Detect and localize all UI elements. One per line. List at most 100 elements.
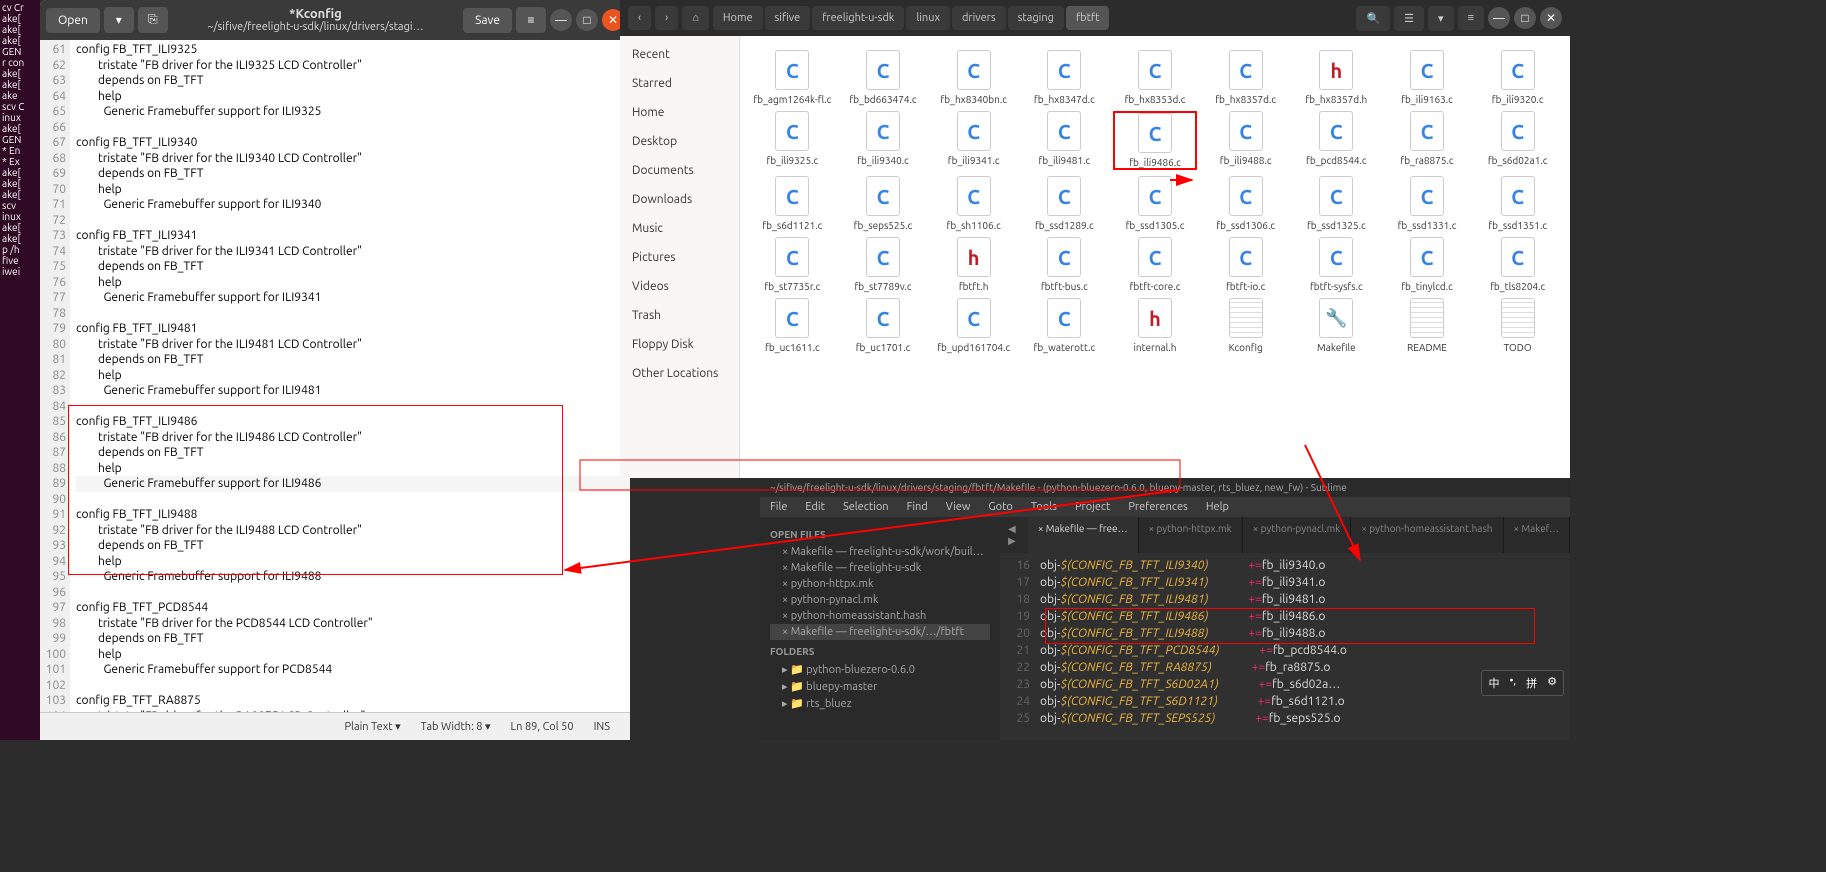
file-item[interactable]: Cfb_seps525.c bbox=[841, 176, 926, 231]
editor-tab[interactable]: × Makefile — free… bbox=[1028, 517, 1139, 553]
file-item[interactable]: Cfb_ili9481.c bbox=[1022, 111, 1107, 170]
file-item[interactable]: Cfb_ili9340.c bbox=[841, 111, 926, 170]
editor-tab[interactable]: × python-httpx.mk bbox=[1139, 517, 1243, 553]
files-maximize[interactable]: □ bbox=[1514, 7, 1536, 29]
open-file-item[interactable]: × Makefile — freelight-u-sdk bbox=[770, 560, 990, 576]
menu-item[interactable]: Find bbox=[907, 501, 928, 513]
menu-item[interactable]: File bbox=[770, 501, 787, 513]
menu-item[interactable]: Goto bbox=[988, 501, 1012, 513]
file-item[interactable]: Cfb_ili9320.c bbox=[1475, 50, 1560, 105]
breadcrumb-item[interactable]: staging bbox=[1008, 6, 1064, 30]
search-icon[interactable]: 🔍 bbox=[1356, 6, 1390, 31]
file-item[interactable]: Cfbtft-core.c bbox=[1113, 237, 1198, 292]
file-item[interactable]: Cfb_uc1701.c bbox=[841, 298, 926, 353]
open-dropdown[interactable]: ▾ bbox=[104, 7, 134, 33]
file-item[interactable]: Cfb_s6d1121.c bbox=[750, 176, 835, 231]
sidebar-item[interactable]: Music bbox=[620, 214, 739, 243]
sidebar-item[interactable]: Home bbox=[620, 98, 739, 127]
tab-width-selector[interactable]: Tab Width: 8 ▾ bbox=[421, 720, 491, 733]
back-button[interactable]: ‹ bbox=[628, 6, 651, 30]
file-item[interactable]: README bbox=[1385, 298, 1470, 353]
breadcrumb-item[interactable]: drivers bbox=[952, 6, 1006, 30]
file-item[interactable]: Cfb_pcd8544.c bbox=[1294, 111, 1379, 170]
menu-item[interactable]: Project bbox=[1075, 501, 1110, 513]
hamburger-icon[interactable]: ≡ bbox=[1458, 6, 1484, 30]
view-list-icon[interactable]: ☰ bbox=[1394, 6, 1424, 31]
ime-kbd[interactable]: 拼 bbox=[1522, 673, 1541, 693]
file-item[interactable]: Cfb_upd161704.c bbox=[931, 298, 1016, 353]
file-item[interactable]: Cfb_hx8357d.c bbox=[1203, 50, 1288, 105]
file-item[interactable]: Cfb_s6d02a1.c bbox=[1475, 111, 1560, 170]
open-button[interactable]: Open bbox=[46, 8, 100, 33]
sublime-code[interactable]: 16obj-$(CONFIG_FB_TFT_ILI9340)+= fb_ili9… bbox=[1000, 553, 1570, 740]
menu-item[interactable]: Tools bbox=[1031, 501, 1057, 513]
sidebar-item[interactable]: Downloads bbox=[620, 185, 739, 214]
gear-icon[interactable]: ⚙ bbox=[1543, 673, 1561, 693]
menu-item[interactable]: Selection bbox=[843, 501, 889, 513]
menu-item[interactable]: Help bbox=[1206, 501, 1229, 513]
folder-item[interactable]: ▸ 📁 python-bluezero-0.6.0 bbox=[770, 661, 990, 678]
file-item[interactable]: Cfb_hx8340bn.c bbox=[931, 50, 1016, 105]
files-close[interactable]: ✕ bbox=[1540, 7, 1562, 29]
menu-item[interactable]: Preferences bbox=[1128, 501, 1188, 513]
file-item[interactable]: Cfb_agm1264k-fl.c bbox=[750, 50, 835, 105]
code-area[interactable]: config FB_TFT_ILI9325 tristate "FB drive… bbox=[70, 40, 630, 712]
folder-item[interactable]: ▸ 📁 bluepy-master bbox=[770, 678, 990, 695]
save-button[interactable]: Save bbox=[463, 8, 512, 33]
files-minimize[interactable]: — bbox=[1488, 7, 1510, 29]
new-tab-button[interactable]: ⎘ bbox=[138, 7, 168, 33]
file-item[interactable]: Cfbtft-bus.c bbox=[1022, 237, 1107, 292]
file-item[interactable]: Cfb_ssd1306.c bbox=[1203, 176, 1288, 231]
file-item[interactable]: hfb_hx8357d.h bbox=[1294, 50, 1379, 105]
ime-indicator[interactable]: 中 •, 拼 ⚙ bbox=[1481, 670, 1564, 696]
syntax-selector[interactable]: Plain Text ▾ bbox=[344, 720, 400, 733]
minimize-button[interactable]: — bbox=[550, 9, 572, 31]
file-item[interactable]: Makefile bbox=[1294, 298, 1379, 353]
file-item[interactable]: Cfb_ili9488.c bbox=[1203, 111, 1288, 170]
file-item[interactable]: Cfb_ssd1305.c bbox=[1113, 176, 1198, 231]
breadcrumb-item[interactable]: freelight-u-sdk bbox=[812, 6, 904, 30]
breadcrumb-item[interactable]: sifive bbox=[765, 6, 811, 30]
open-file-item[interactable]: × Makefile — freelight-u-sdk/work/buildr… bbox=[770, 544, 990, 560]
sidebar-item[interactable]: Documents bbox=[620, 156, 739, 185]
open-file-item[interactable]: × python-pynacl.mk bbox=[770, 592, 990, 608]
file-item[interactable]: Cfb_waterott.c bbox=[1022, 298, 1107, 353]
file-item[interactable]: Cfbtft-sysfs.c bbox=[1294, 237, 1379, 292]
file-item[interactable]: Cfb_ili9163.c bbox=[1385, 50, 1470, 105]
file-item[interactable]: Cfb_ssd1331.c bbox=[1385, 176, 1470, 231]
menu-item[interactable]: Edit bbox=[805, 501, 825, 513]
open-file-item[interactable]: × Makefile — freelight-u-sdk/…/fbtft bbox=[770, 624, 990, 640]
ime-punct[interactable]: •, bbox=[1505, 673, 1520, 693]
sidebar-item[interactable]: Floppy Disk bbox=[620, 330, 739, 359]
file-item[interactable]: Cfb_ili9325.c bbox=[750, 111, 835, 170]
sidebar-item[interactable]: Recent bbox=[620, 40, 739, 69]
file-item[interactable]: Cfb_uc1611.c bbox=[750, 298, 835, 353]
menu-item[interactable]: View bbox=[946, 501, 971, 513]
ime-lang[interactable]: 中 bbox=[1484, 673, 1503, 693]
file-item[interactable]: Cfb_tinylcd.c bbox=[1385, 237, 1470, 292]
open-file-item[interactable]: × python-httpx.mk bbox=[770, 576, 990, 592]
file-item[interactable]: hfbtft.h bbox=[931, 237, 1016, 292]
hamburger-menu[interactable]: ≡ bbox=[516, 7, 546, 33]
forward-button[interactable]: › bbox=[655, 6, 678, 30]
file-item[interactable]: TODO bbox=[1475, 298, 1560, 353]
file-item[interactable]: Cfb_st7789v.c bbox=[841, 237, 926, 292]
sidebar-item[interactable]: Desktop bbox=[620, 127, 739, 156]
editor-tab[interactable]: × Makef… bbox=[1504, 517, 1571, 553]
tab-nav[interactable]: ◀ ▶ bbox=[1000, 517, 1028, 553]
file-item[interactable]: Cfb_ssd1351.c bbox=[1475, 176, 1560, 231]
folder-item[interactable]: ▸ 📁 rts_bluez bbox=[770, 695, 990, 712]
file-item[interactable]: Cfb_ili9341.c bbox=[931, 111, 1016, 170]
file-item[interactable]: Kconfig bbox=[1203, 298, 1288, 353]
sidebar-item[interactable]: Starred bbox=[620, 69, 739, 98]
sidebar-item[interactable]: Pictures bbox=[620, 243, 739, 272]
file-item[interactable]: Cfb_ssd1325.c bbox=[1294, 176, 1379, 231]
file-item[interactable]: Cfb_hx8347d.c bbox=[1022, 50, 1107, 105]
sidebar-item[interactable]: Other Locations bbox=[620, 359, 739, 388]
open-file-item[interactable]: × python-homeassistant.hash bbox=[770, 608, 990, 624]
maximize-button[interactable]: □ bbox=[576, 9, 598, 31]
file-item[interactable]: Cfb_ssd1289.c bbox=[1022, 176, 1107, 231]
view-options[interactable]: ▾ bbox=[1428, 6, 1454, 31]
sidebar-item[interactable]: Trash bbox=[620, 301, 739, 330]
home-icon[interactable]: ⌂ bbox=[682, 6, 709, 30]
